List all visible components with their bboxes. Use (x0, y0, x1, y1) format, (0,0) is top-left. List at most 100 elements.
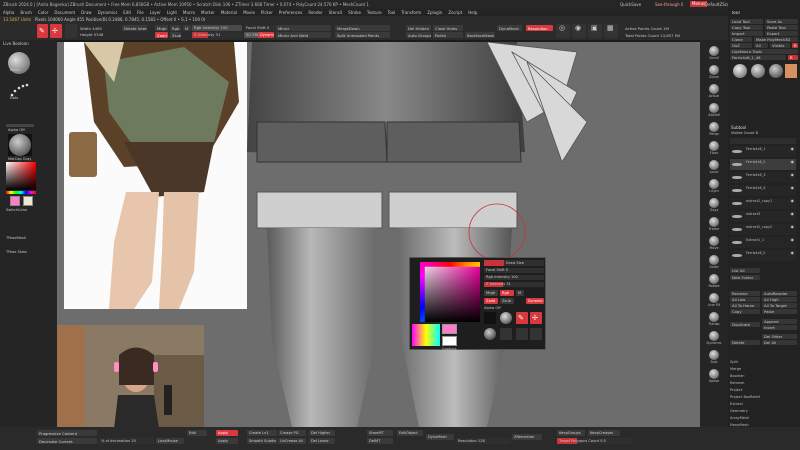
menu-color[interactable]: Color (38, 10, 48, 15)
shelf-scale-button[interactable]: Scale (703, 255, 725, 272)
edit-object-button[interactable]: EditObject (397, 430, 423, 436)
menu-texture[interactable]: Texture (367, 10, 382, 15)
subtool-header[interactable]: Subtool (731, 125, 746, 130)
menu-file[interactable]: File (137, 10, 144, 15)
popup-z-intensity-slider[interactable]: Z Intensity 31 (484, 282, 544, 287)
split-unmasked-button[interactable]: Split Unmasked Points (335, 32, 390, 38)
tool-thumb-4[interactable] (785, 64, 797, 78)
r-button[interactable]: R (792, 43, 798, 48)
popup-texture-thumb[interactable] (516, 328, 528, 340)
keep-creases-button[interactable]: KeepCreases (588, 430, 620, 436)
shelf-lsym-button[interactable]: LSym (703, 179, 725, 196)
shelf-floor-button[interactable]: Floor (703, 141, 725, 158)
popup-focal-shift-slider[interactable]: Focal Shift 0 (484, 268, 544, 273)
eye-icon[interactable]: ◉ (791, 211, 795, 217)
progressive-content-button[interactable]: Progressive Content (37, 430, 97, 436)
shelf-frame-button[interactable]: Frame (703, 217, 725, 234)
lightbox-tools-button[interactable]: Lightbox ▸ Tools (730, 49, 798, 54)
secondary-color-swatch[interactable] (23, 196, 33, 206)
mrgb-button[interactable]: Mrgb (155, 25, 168, 31)
curve-button[interactable]: ◎ (556, 24, 570, 38)
crease-pg-button[interactable]: Crease PG (278, 430, 306, 436)
tool-thumb-3[interactable] (769, 64, 783, 78)
eye-icon[interactable]: ◉ (791, 198, 795, 204)
shelf-zoom-button[interactable]: Zoom (703, 65, 725, 82)
popup-color-picker[interactable] (420, 262, 480, 322)
auto-groups-button[interactable]: Auto Groups (406, 32, 431, 38)
menu-edit[interactable]: Edit (123, 10, 131, 15)
make-polymesh-button[interactable]: Make PolyMesh3D (754, 37, 798, 42)
resolution-slider[interactable]: Resolution (526, 25, 553, 31)
eye-icon[interactable]: ◉ (791, 237, 795, 243)
auto-reorder-button[interactable]: AutoReorder (762, 291, 797, 296)
new-folder-button[interactable]: New Folder (730, 275, 760, 280)
menu-zscript[interactable]: Zscript (448, 10, 462, 15)
popup-mrgb-button[interactable]: Mrgb (484, 290, 498, 296)
tool-thumb-1[interactable] (733, 64, 747, 78)
apply-button[interactable]: Apply (216, 430, 238, 436)
section-extract2[interactable]: Extract (730, 402, 743, 406)
menu-tool[interactable]: Tool (388, 10, 396, 15)
menu-help[interactable]: Help (468, 10, 477, 15)
shelf-transp-button[interactable]: Transp (703, 312, 725, 329)
eye-icon[interactable]: ◉ (791, 146, 795, 152)
menu-zplugin[interactable]: Zplugin (427, 10, 442, 15)
mirror-button[interactable]: Mirror (276, 25, 331, 31)
popup-draw-size-slider[interactable]: Draw Size (484, 260, 544, 266)
dynamic-button[interactable]: Dynamic (258, 32, 274, 38)
paste-tool-button[interactable]: Paste Tool (765, 25, 798, 30)
eye-icon[interactable]: ◉ (791, 159, 795, 165)
tool-thumb-2[interactable] (751, 64, 765, 78)
menu-dynamics[interactable]: Dynamics (98, 10, 118, 15)
shelf-gxyz-button[interactable]: Gxyz (703, 198, 725, 215)
z-intensity-slider[interactable]: Z Intensity 31 (192, 32, 242, 38)
subtool-item[interactable]: extract3 ◉ (730, 211, 796, 222)
popup-brush-thumb[interactable] (500, 312, 512, 324)
menu-picker[interactable]: Picker (261, 10, 273, 15)
subtool-item[interactable]: Extract1_1 ◉ (730, 237, 796, 248)
see-through-slider[interactable]: See-through 0 (655, 2, 683, 7)
main-color-swatch[interactable] (10, 196, 20, 206)
eye-icon[interactable]: ◉ (791, 224, 795, 230)
mirror-and-weld-button[interactable]: Mirror And Weld (276, 32, 331, 38)
del-hidden-button[interactable]: Del Hidden (406, 25, 431, 31)
section-boolean[interactable]: Boolean (730, 374, 745, 378)
load-tool-button[interactable]: Load Tool (730, 19, 763, 24)
paste-button[interactable]: Paste (762, 309, 797, 314)
popup-draw-button[interactable]: ✢ (530, 312, 542, 324)
smooth-subdiv-button[interactable]: Smooth Subdiv (247, 438, 277, 444)
del-all-button[interactable]: Del All (762, 340, 797, 345)
shelf-rotate-button[interactable]: Rotate (703, 274, 725, 291)
shelf-scroll-button[interactable]: Scroll (703, 46, 725, 63)
rgb-button[interactable]: Rgb (170, 25, 181, 31)
live-boolean-button[interactable]: Live Boolean (3, 41, 29, 46)
store-mt-button[interactable]: StoreMT (367, 430, 393, 436)
quicksave-button[interactable]: QuickSave (620, 2, 641, 7)
menu-macro[interactable]: Macro (183, 10, 195, 15)
dynamesh-resolution-slider[interactable]: Resolution 128 (456, 438, 511, 444)
popup-rgb-button[interactable]: Rgb (500, 290, 514, 296)
backface-mask-button[interactable]: BackfaceMask (465, 32, 495, 38)
zsub-button[interactable]: Zsub (170, 32, 181, 38)
popup-main-color[interactable] (442, 324, 457, 334)
subtool-item[interactable]: extract2_copy1 ◉ (730, 198, 796, 209)
color-picker[interactable] (6, 162, 36, 190)
zadd-button[interactable]: Zadd (155, 32, 168, 38)
subtool-levels[interactable] (730, 138, 796, 144)
decimate-current-button[interactable]: Decimate Current (37, 438, 97, 444)
popup-stroke-thumb[interactable] (500, 328, 512, 340)
edit-mode-button[interactable]: ✎ (37, 24, 48, 38)
delete-button-subtool[interactable]: Delete (730, 340, 760, 345)
clone-button[interactable]: Clone (730, 37, 752, 42)
eye-icon[interactable]: ◉ (791, 185, 795, 191)
popup-m-button[interactable]: M (516, 290, 524, 296)
popup-tool-thumb[interactable] (530, 328, 542, 340)
lazy-mouse-button[interactable]: LazyMouse (156, 438, 184, 444)
popup-edit-button[interactable]: ✎ (516, 312, 528, 324)
copy-tool-button[interactable]: Copy Tool (730, 25, 763, 30)
popup-dynamic-button[interactable]: Dynamic (526, 298, 544, 304)
section-split[interactable]: Split (730, 360, 738, 364)
menu-marker[interactable]: Marker (201, 10, 215, 15)
shelf-dynamic-button[interactable]: Dynamic (703, 331, 725, 348)
subtool-item[interactable]: Ferris4x6_3 ◉ (730, 172, 796, 183)
